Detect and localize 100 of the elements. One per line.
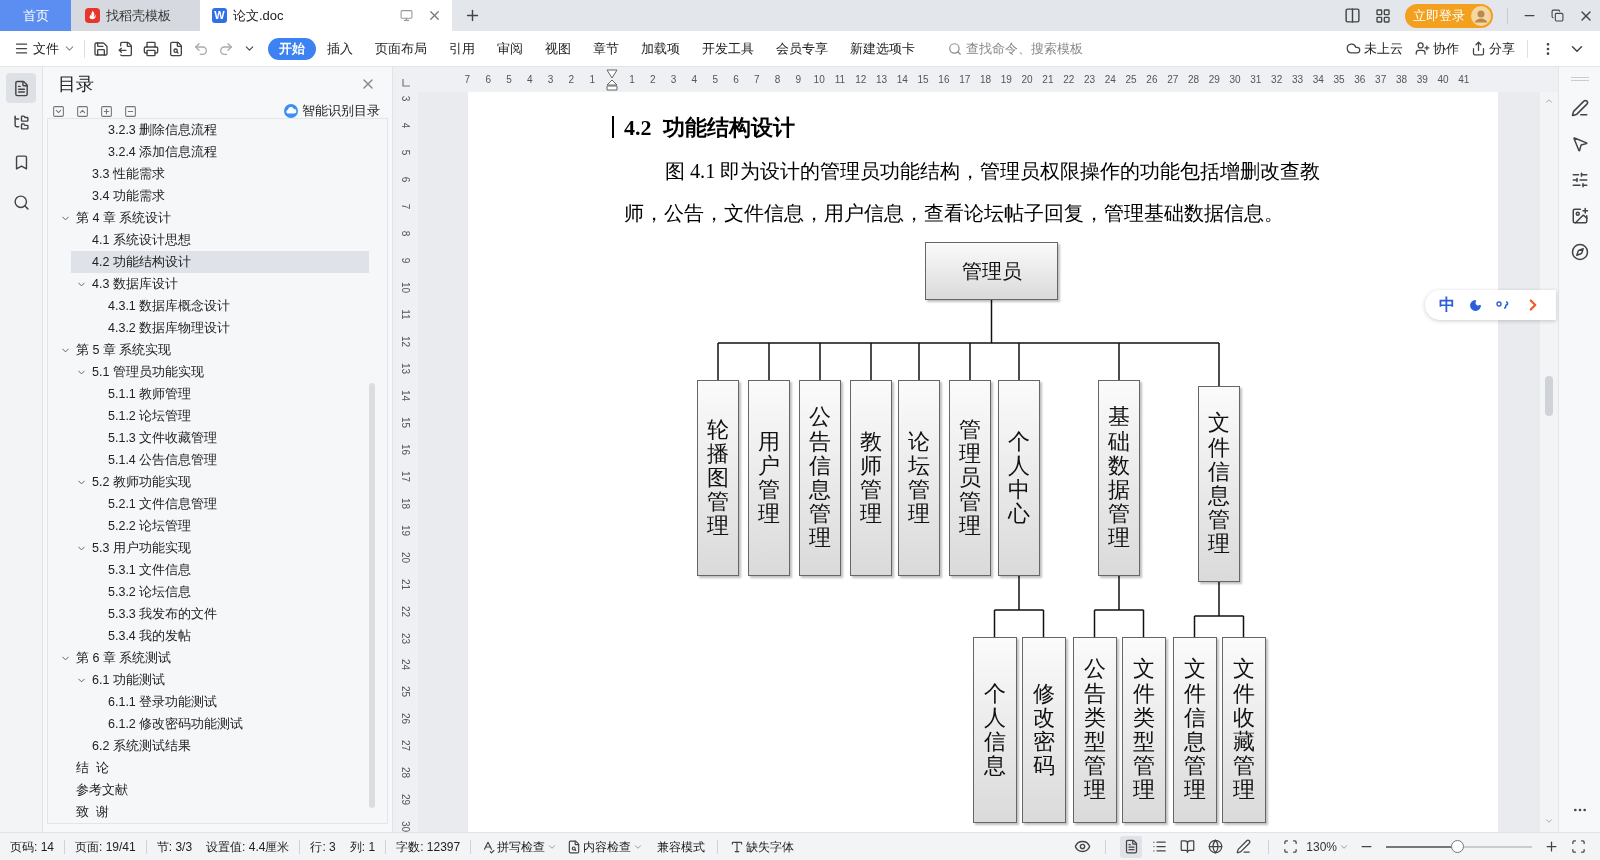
toc-item[interactable]: 5.1.1 教师管理: [71, 383, 369, 405]
sliders-icon[interactable]: [1570, 171, 1589, 189]
toc-item[interactable]: 4.2 功能结构设计: [71, 251, 369, 273]
fullscreen-icon[interactable]: [1571, 839, 1586, 854]
ruler-number: 39: [1415, 73, 1429, 87]
toc-item[interactable]: 6.1.1 登录功能测试: [71, 691, 369, 713]
indent-marker-icon[interactable]: [606, 68, 619, 91]
grid-icon[interactable]: [1375, 7, 1391, 24]
image-icon[interactable]: [1570, 207, 1589, 225]
ribbon-tab[interactable]: 开始: [268, 37, 316, 60]
ribbon-tab[interactable]: 会员专享: [765, 37, 839, 60]
toc-item[interactable]: 3.3 性能需求: [71, 163, 369, 185]
missing-fonts-button[interactable]: 缺失字体: [730, 837, 795, 856]
toc-item[interactable]: 5.3.3 我发布的文件: [71, 603, 369, 625]
toc-item[interactable]: 6.1.2 修改密码功能测试: [71, 713, 369, 735]
status-text: 行: 3: [310, 838, 336, 856]
ruler-number: 8: [773, 73, 782, 87]
status-text: 字数: 12397: [396, 838, 461, 856]
eye-icon[interactable]: [1074, 838, 1092, 855]
ribbon-tab[interactable]: 引用: [438, 37, 486, 60]
ribbon-tab[interactable]: 页面布局: [364, 37, 438, 60]
file-menu[interactable]: 文件: [14, 38, 76, 59]
input-mode[interactable]: 中: [1439, 293, 1455, 317]
diagram-node: 用户管理: [748, 380, 790, 576]
content-check-button[interactable]: 内容检查: [567, 837, 644, 856]
toc-item[interactable]: 3.2.4 添加信息流程: [71, 141, 369, 163]
punctuation-icon[interactable]: [1496, 300, 1510, 310]
toolbar-action[interactable]: 分享: [1471, 38, 1515, 59]
ribbon-tab[interactable]: 加载项: [630, 37, 691, 60]
moon-icon[interactable]: [1469, 298, 1482, 312]
toc-item[interactable]: 5.1 管理员功能实现: [71, 361, 369, 383]
toc-item[interactable]: 4.1 系统设计思想: [71, 229, 369, 251]
zoom-slider-thumb[interactable]: [1451, 839, 1465, 853]
ribbon-tab[interactable]: 视图: [534, 37, 582, 60]
toc-item[interactable]: 3.4 功能需求: [71, 185, 369, 207]
toc-item[interactable]: 5.1.4 公告信息管理: [71, 449, 369, 471]
print-icon[interactable]: [143, 40, 159, 57]
toc-item[interactable]: 5.2 教师功能实现: [71, 471, 369, 493]
toc-item[interactable]: 5.2.2 论坛管理: [71, 515, 369, 537]
ribbon-tab[interactable]: 开发工具: [691, 37, 765, 60]
ribbon-tab[interactable]: 章节: [582, 37, 630, 60]
ruler-number: 4: [526, 73, 534, 87]
print-preview-icon[interactable]: [168, 40, 184, 57]
ruler-number: 12: [854, 73, 868, 87]
add-icon[interactable]: [100, 104, 113, 118]
toc-item[interactable]: 6.1 功能测试: [71, 669, 369, 691]
toc-item[interactable]: 4.3.1 数据库概念设计: [71, 295, 369, 317]
search-field[interactable]: 查找命令、搜索模板: [948, 38, 1098, 59]
collapse-icon[interactable]: [52, 104, 65, 118]
toc-item[interactable]: 参考文献: [71, 779, 369, 801]
toc-item[interactable]: 5.3 用户功能实现: [71, 537, 369, 559]
ribbon-tab[interactable]: 插入: [316, 37, 364, 60]
toc-item[interactable]: 4.3.2 数据库物理设计: [71, 317, 369, 339]
toc-item[interactable]: 5.3.1 文件信息: [71, 559, 369, 581]
pen-icon[interactable]: [1570, 99, 1589, 117]
toc-item[interactable]: 第 6 章 系统测试: [71, 647, 369, 669]
ribbon-tab[interactable]: 审阅: [486, 37, 534, 60]
zoom-in-icon[interactable]: [1544, 839, 1559, 854]
toc-item[interactable]: 5.2.1 文件信息管理: [71, 493, 369, 515]
remove-icon[interactable]: [124, 104, 137, 118]
toc-item[interactable]: 5.3.2 论坛信息: [71, 581, 369, 603]
toolbar-action[interactable]: 协作: [1415, 38, 1459, 59]
toc-item[interactable]: 5.1.3 文件收藏管理: [71, 427, 369, 449]
ruler-number: 6: [732, 73, 740, 87]
toc-item[interactable]: 3.2.3 删除信息流程: [71, 119, 369, 141]
outline-tab[interactable]: [6, 73, 36, 103]
folder-tree-icon[interactable]: [12, 114, 30, 131]
toc-item[interactable]: 第 5 章 系统实现: [71, 339, 369, 361]
ruler-number: 13: [874, 73, 889, 87]
zoom-dropdown[interactable]: 130%: [1306, 837, 1349, 856]
toc-item[interactable]: 6.2 系统测试结果: [71, 735, 369, 757]
monitor-icon[interactable]: [400, 9, 413, 22]
layout-icon[interactable]: [1344, 7, 1361, 24]
view-mode-button[interactable]: [1120, 835, 1143, 858]
save-icon[interactable]: [93, 40, 109, 57]
expand-icon[interactable]: [76, 104, 89, 118]
export-icon[interactable]: [118, 40, 134, 57]
compass-icon[interactable]: [1570, 243, 1589, 261]
toc-item[interactable]: 第 4 章 系统设计: [71, 207, 369, 229]
toc-item[interactable]: 结 论: [71, 757, 369, 779]
ruler-number: 41: [1457, 73, 1471, 87]
ribbon-tab[interactable]: 新建选项卡: [839, 37, 926, 60]
toc-item[interactable]: 5.1.2 论坛管理: [71, 405, 369, 427]
scrollbar-thumb[interactable]: [1545, 376, 1553, 416]
close-icon[interactable]: [427, 8, 442, 23]
search-icon[interactable]: [12, 194, 30, 211]
scrollbar-thumb[interactable]: [369, 383, 375, 808]
cursor-icon[interactable]: [1570, 135, 1589, 153]
tab[interactable]: W 论文.doc: [200, 0, 452, 31]
status-text: 设置值: 4.4厘米: [206, 838, 290, 856]
toc-item[interactable]: 5.3.4 我的发帖: [71, 625, 369, 647]
tab[interactable]: 找稻壳模板: [71, 0, 200, 31]
check-icon: [481, 839, 496, 854]
toc-item[interactable]: 4.3 数据库设计: [71, 273, 369, 295]
fit-page-icon[interactable]: [1283, 839, 1299, 854]
spell-check-button[interactable]: 拼写检查: [481, 837, 558, 856]
new-tab-icon[interactable]: [464, 7, 481, 24]
toolbar-action[interactable]: 未上云: [1346, 38, 1403, 59]
toc-item[interactable]: 致 谢: [71, 801, 369, 823]
restore-icon[interactable]: [1551, 9, 1564, 22]
